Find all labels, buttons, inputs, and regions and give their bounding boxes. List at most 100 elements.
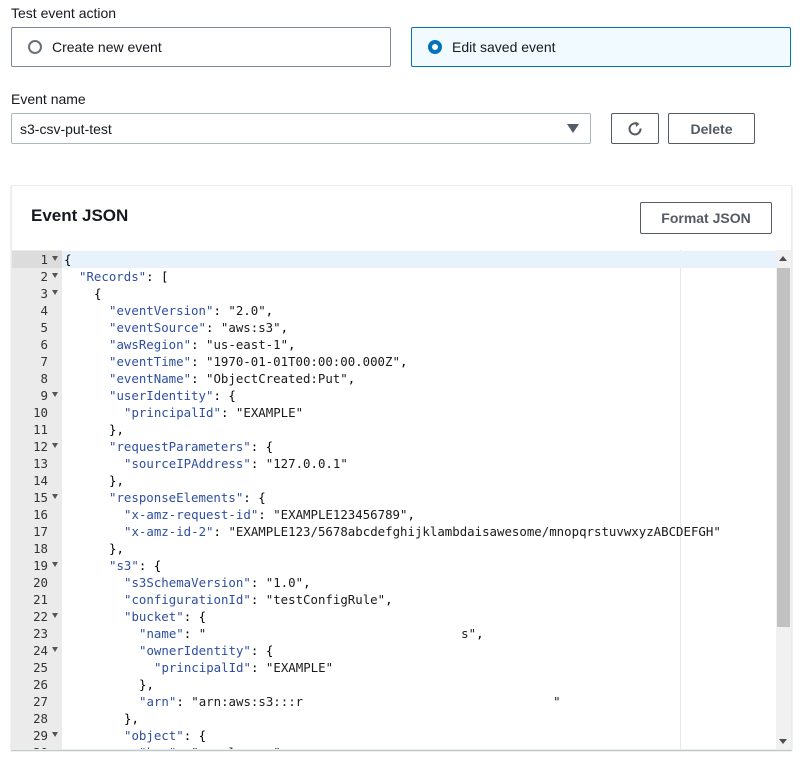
- json-key: "eventSource": [109, 320, 206, 335]
- json-string: "aws:s3": [220, 320, 281, 335]
- json-punctuation: : {: [138, 558, 162, 573]
- json-code-editor[interactable]: 1{2 "Records": [3{4 "eventVersion": "2.0",…: [12, 250, 791, 749]
- json-punctuation: ,: [281, 745, 288, 749]
- json-key: "object": [124, 728, 184, 743]
- code-text: "name": " s",: [139, 625, 484, 642]
- format-json-button[interactable]: Format JSON: [640, 202, 772, 234]
- code-text: "bucket": {: [124, 608, 206, 625]
- json-string: "2.0": [228, 303, 266, 318]
- code-text: "eventSource": "aws:s3",: [109, 319, 288, 336]
- json-punctuation: :: [191, 337, 206, 352]
- code-text: "principalId": "EXAMPLE": [154, 659, 333, 676]
- json-key: "eventName": [109, 371, 192, 386]
- fold-arrow-icon[interactable]: [52, 494, 58, 499]
- fold-arrow-icon[interactable]: [52, 273, 58, 278]
- json-key: "x-amz-request-id": [124, 507, 259, 522]
- json-punctuation: :: [220, 405, 236, 420]
- fold-arrow-icon[interactable]: [52, 290, 58, 295]
- json-punctuation: {: [64, 252, 72, 267]
- code-line: 14},: [12, 472, 776, 489]
- code-text: "x-amz-request-id": "EXAMPLE123456789",: [124, 506, 415, 523]
- delete-button[interactable]: Delete: [668, 113, 755, 144]
- refresh-icon: [628, 121, 642, 135]
- line-number: 8: [40, 371, 48, 386]
- scroll-down-icon[interactable]: [779, 739, 787, 744]
- fold-arrow-icon[interactable]: [52, 647, 58, 652]
- json-punctuation: :: [176, 745, 191, 749]
- json-punctuation: ,: [347, 371, 356, 386]
- json-punctuation: : {: [250, 439, 274, 454]
- code-text: "s3SchemaVersion": "1.0",: [124, 574, 311, 591]
- code-line: 8 "eventName": "ObjectCreated:Put",: [12, 370, 776, 387]
- json-string: s": [461, 626, 477, 641]
- fold-arrow-icon[interactable]: [52, 392, 58, 397]
- refresh-button[interactable]: [611, 113, 659, 144]
- line-number: 10: [33, 405, 48, 420]
- json-key: "x-amz-id-2": [124, 524, 214, 539]
- code-line: 21 "configurationId": "testConfigRule",: [12, 591, 776, 608]
- fold-arrow-icon[interactable]: [52, 256, 58, 261]
- code-line: 29 "object": {: [12, 727, 776, 744]
- scrollbar-thumb[interactable]: [777, 268, 790, 627]
- json-key: "name": [139, 626, 184, 641]
- line-number: 7: [40, 354, 48, 369]
- line-number: 17: [33, 524, 48, 539]
- json-string: "EXAMPLE": [235, 405, 304, 420]
- code-text: "responseElements": {: [109, 489, 266, 506]
- line-number: 5: [40, 320, 48, 335]
- json-string: "EXAMPLE123456789": [273, 507, 408, 522]
- line-number: 4: [40, 303, 48, 318]
- scroll-up-icon[interactable]: [779, 256, 787, 261]
- line-number: 11: [33, 422, 48, 437]
- json-punctuation: : {: [183, 728, 207, 743]
- code-text: },: [109, 421, 124, 438]
- json-punctuation: : [: [146, 269, 169, 284]
- code-text: },: [124, 710, 139, 727]
- json-punctuation: ,: [288, 337, 296, 352]
- code-text: "userIdentity": {: [109, 387, 236, 404]
- json-key: "key": [139, 745, 176, 749]
- code-line: 5 "eventSource": "aws:s3",: [12, 319, 776, 336]
- line-number: 23: [33, 626, 48, 641]
- line-number: 13: [33, 456, 48, 471]
- json-string: "us-east-1": [205, 337, 289, 352]
- line-number: 30: [12, 744, 62, 749]
- radio-unselected-icon[interactable]: [28, 40, 42, 54]
- line-number: 25: [33, 660, 48, 675]
- redacted-text: [303, 693, 554, 710]
- editor-scrollbar[interactable]: [776, 250, 791, 749]
- code-line: 24 "ownerIdentity": {: [12, 642, 776, 659]
- event-name-select[interactable]: s3-csv-put-test: [11, 113, 591, 144]
- create-new-event-option[interactable]: Create new event: [11, 27, 391, 67]
- edit-saved-event-option[interactable]: Edit saved event: [411, 27, 791, 67]
- test-event-action-label: Test event action: [11, 5, 117, 21]
- fold-arrow-icon[interactable]: [52, 562, 58, 567]
- redacted-text: [206, 625, 462, 642]
- json-string: "sample.csv": [191, 745, 281, 749]
- code-text: {: [64, 251, 71, 268]
- line-number: 20: [33, 575, 48, 590]
- code-line: 7 "eventTime": "1970-01-01T00:00:00.000Z"…: [12, 353, 776, 370]
- event-name-label: Event name: [11, 91, 86, 107]
- line-number: 16: [33, 507, 48, 522]
- event-name-value: s3-csv-put-test: [20, 120, 112, 137]
- code-text: "requestParameters": {: [109, 438, 273, 455]
- json-string: "ObjectCreated:Put": [205, 371, 348, 386]
- json-punctuation: :: [176, 694, 192, 709]
- json-punctuation: :: [258, 507, 274, 522]
- json-punctuation: : {: [213, 388, 236, 403]
- fold-arrow-icon[interactable]: [52, 443, 58, 448]
- code-line: 6 "awsRegion": "us-east-1",: [12, 336, 776, 353]
- json-punctuation: {: [94, 286, 102, 301]
- json-string: "EXAMPLE": [265, 660, 334, 675]
- json-punctuation: :: [205, 320, 221, 335]
- code-text: {: [94, 285, 101, 302]
- json-key: "eventTime": [109, 354, 192, 369]
- radio-selected-icon[interactable]: [428, 40, 442, 54]
- json-punctuation: :: [191, 354, 206, 369]
- code-line: 26},: [12, 676, 776, 693]
- fold-arrow-icon[interactable]: [52, 732, 58, 737]
- fold-arrow-icon[interactable]: [52, 613, 58, 618]
- json-string: "1970-01-01T00:00:00.000Z": [205, 354, 400, 369]
- code-line: 16 "x-amz-request-id": "EXAMPLE123456789"…: [12, 506, 776, 523]
